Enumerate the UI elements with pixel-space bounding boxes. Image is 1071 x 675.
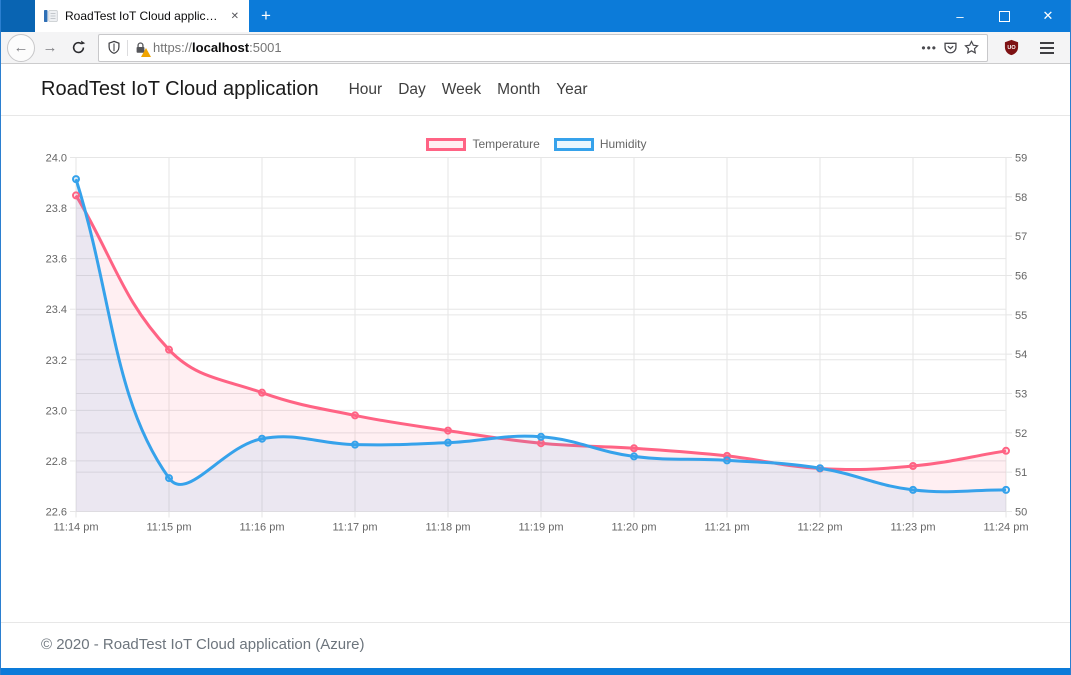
x-axis-tick-label: 11:21 pm <box>704 522 749 534</box>
legend-label: Humidity <box>599 137 647 151</box>
humidity-point <box>630 452 638 461</box>
humidity-swatch <box>553 137 594 151</box>
x-axis-tick-label: 11:14 pm <box>53 522 98 534</box>
x-axis-tick-label: 11:18 pm <box>425 522 470 534</box>
browser-toolbar: ← → https://localhost:5001 ••• UO <box>1 32 1070 64</box>
browser-titlebar: RoadTest IoT Cloud application ✕ + – ✕ <box>1 0 1070 32</box>
sensor-chart: Temperature Humidity 22.6 22.8 23.0 23.2 23.4… <box>41 116 1032 546</box>
temperature-point <box>165 345 173 354</box>
urlbar-separator <box>127 39 128 56</box>
tab-favicon <box>43 8 59 24</box>
chart-canvas: 22.6 22.8 23.0 23.2 23.4 23.6 23.8 24.0 50 51 52 53… <box>46 153 1029 534</box>
window-bottom-border <box>1 668 1070 675</box>
right-axis-tick-label: 57 <box>1015 231 1027 243</box>
right-axis-tick-label: 55 <box>1015 310 1027 322</box>
temperature-point <box>630 444 638 453</box>
temperature-point <box>909 461 917 470</box>
right-axis-tick-label: 52 <box>1015 428 1027 440</box>
tab-title: RoadTest IoT Cloud application <box>65 9 223 23</box>
back-button[interactable]: ← <box>7 33 35 62</box>
humidity-point <box>816 464 824 473</box>
lock-icon[interactable] <box>134 41 151 57</box>
temperature-point <box>72 191 80 200</box>
humidity-point <box>537 432 545 441</box>
minimize-button[interactable]: – <box>938 0 982 32</box>
x-axis-tick-label: 11:17 pm <box>332 522 377 534</box>
temperature-swatch <box>426 137 467 151</box>
left-axis-tick-label: 23.4 <box>46 304 67 316</box>
right-axis-tick-label: 59 <box>1015 153 1027 165</box>
x-axis-tick-label: 11:15 pm <box>146 522 191 534</box>
browser-window: RoadTest IoT Cloud application ✕ + – ✕ ←… <box>0 0 1071 675</box>
page-content: RoadTest IoT Cloud application Hour Day … <box>1 64 1070 675</box>
reload-button[interactable] <box>65 35 91 61</box>
x-axis-tick-label: 11:19 pm <box>518 522 563 534</box>
humidity-point <box>165 474 173 483</box>
humidity-point <box>909 485 917 494</box>
legend-item-temperature[interactable]: Temperature <box>426 137 540 151</box>
insecure-warning-icon <box>141 47 151 57</box>
right-axis-tick-label: 53 <box>1015 389 1027 401</box>
tab-close-icon[interactable]: ✕ <box>229 11 241 22</box>
copyright-text: © 2020 - RoadTest IoT Cloud application … <box>41 636 365 653</box>
url-bar[interactable]: https://localhost:5001 ••• <box>98 33 988 62</box>
legend-item-humidity[interactable]: Humidity <box>553 137 647 151</box>
page-footer: © 2020 - RoadTest IoT Cloud application … <box>1 622 1070 666</box>
tracking-protection-shield-icon[interactable] <box>107 40 121 55</box>
x-axis-tick-label: 11:24 pm <box>983 522 1028 534</box>
menu-icon[interactable] <box>1030 41 1064 54</box>
left-axis-tick-label: 23.6 <box>46 254 67 266</box>
nav-link-hour[interactable]: Hour <box>341 81 391 99</box>
humidity-point <box>351 440 359 449</box>
temperature-point <box>258 388 266 397</box>
pocket-icon[interactable] <box>943 40 958 55</box>
left-axis-tick-label: 22.8 <box>46 456 67 468</box>
app-navbar: RoadTest IoT Cloud application Hour Day … <box>1 64 1070 116</box>
temperature-point <box>1002 446 1010 455</box>
x-axis-tick-label: 11:22 pm <box>797 522 842 534</box>
right-axis-tick-label: 54 <box>1015 349 1027 361</box>
left-axis-tick-label: 23.0 <box>46 405 67 417</box>
legend-label: Temperature <box>472 137 540 151</box>
forward-button[interactable]: → <box>37 35 63 61</box>
close-button[interactable]: ✕ <box>1026 0 1070 32</box>
x-axis-tick-label: 11:23 pm <box>890 522 935 534</box>
nav-link-month[interactable]: Month <box>489 81 548 99</box>
new-tab-button[interactable]: + <box>249 0 283 32</box>
humidity-point <box>444 438 452 447</box>
bookmark-star-icon[interactable] <box>964 40 979 55</box>
humidity-point <box>72 175 80 184</box>
right-axis-tick-label: 50 <box>1015 507 1027 519</box>
maximize-icon <box>998 10 1010 22</box>
maximize-button[interactable] <box>982 0 1026 32</box>
temperature-point <box>537 439 545 448</box>
x-axis-tick-label: 11:20 pm <box>611 522 656 534</box>
nav-link-day[interactable]: Day <box>390 81 434 99</box>
period-nav: Hour Day Week Month Year <box>341 81 596 99</box>
svg-text:UO: UO <box>1007 45 1016 51</box>
nav-link-year[interactable]: Year <box>548 81 595 99</box>
left-axis-tick-label: 23.8 <box>46 203 67 215</box>
x-axis-tick-label: 11:16 pm <box>239 522 284 534</box>
left-axis-tick-label: 22.6 <box>46 507 67 519</box>
left-axis-tick-label: 24.0 <box>46 153 67 165</box>
left-axis-tick-label: 23.2 <box>46 355 67 367</box>
window-controls: – ✕ <box>938 0 1070 32</box>
ublock-origin-icon[interactable]: UO <box>995 39 1028 56</box>
right-axis-tick-label: 51 <box>1015 467 1027 479</box>
right-axis-tick-label: 58 <box>1015 192 1027 204</box>
humidity-point <box>258 434 266 443</box>
chart-legend: Temperature Humidity <box>41 137 1032 151</box>
humidity-point <box>723 456 731 465</box>
temperature-point <box>351 411 359 420</box>
page-actions-icon[interactable]: ••• <box>921 41 937 55</box>
nav-link-week[interactable]: Week <box>434 81 489 99</box>
url-text[interactable]: https://localhost:5001 <box>153 40 282 55</box>
app-brand[interactable]: RoadTest IoT Cloud application <box>41 78 319 101</box>
temperature-point <box>444 426 452 435</box>
humidity-point <box>1002 485 1010 494</box>
browser-tab[interactable]: RoadTest IoT Cloud application ✕ <box>35 0 249 32</box>
right-axis-tick-label: 56 <box>1015 271 1027 283</box>
titlebar-left-spacer <box>1 0 35 32</box>
